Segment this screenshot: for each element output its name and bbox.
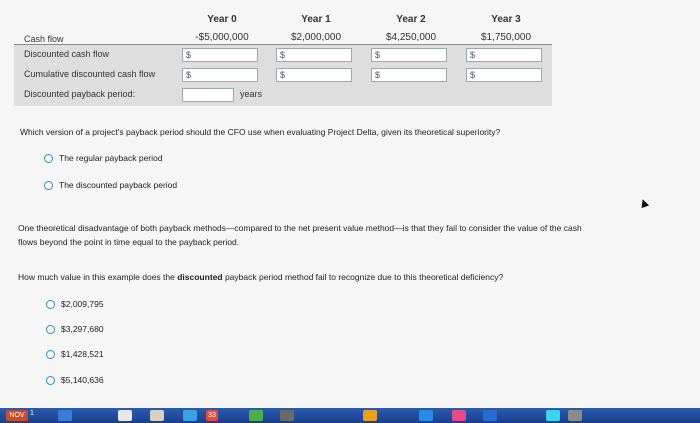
- option-label: $2,009,795: [61, 299, 104, 309]
- discounted-year-3-input[interactable]: $: [466, 48, 542, 62]
- payback-label: Discounted payback period:: [24, 89, 136, 99]
- years-label: years: [240, 89, 263, 99]
- dollar-sign: $: [280, 50, 286, 60]
- dollar-sign: $: [186, 70, 192, 80]
- taskbar-counter: 1: [30, 410, 34, 417]
- dollar-sign: $: [280, 70, 286, 80]
- cumulative-year-3-input[interactable]: $: [466, 68, 542, 82]
- question-3: How much value in this example does the …: [18, 272, 503, 282]
- dollar-sign: $: [470, 70, 476, 80]
- page: Year 0 Year 1 Year 2 Year 3 Cash flow -$…: [0, 0, 700, 423]
- radio-icon[interactable]: [44, 180, 53, 190]
- app-icon-4[interactable]: [419, 410, 433, 421]
- option-label: $3,297,680: [61, 324, 104, 334]
- app-icon-7[interactable]: [546, 410, 560, 421]
- mouse-cursor-icon: [638, 197, 650, 209]
- facetime-icon[interactable]: [249, 410, 263, 421]
- mail-icon[interactable]: [183, 410, 197, 421]
- dollar-sign: $: [375, 70, 381, 80]
- radio-icon[interactable]: [44, 153, 53, 163]
- radio-icon[interactable]: [46, 324, 55, 334]
- start-icon[interactable]: NOV: [6, 410, 28, 421]
- radio-icon[interactable]: [46, 349, 55, 359]
- cash-flow-year-3: $1,750,000: [480, 32, 532, 43]
- paragraph-line-2: flows beyond the point in time equal to …: [18, 237, 240, 247]
- option-label: $5,140,636: [61, 375, 104, 385]
- notes-icon[interactable]: [150, 410, 164, 421]
- option-value-3[interactable]: $1,428,521: [46, 349, 104, 359]
- radio-icon[interactable]: [46, 375, 55, 385]
- discounted-year-2-input[interactable]: $: [371, 48, 447, 62]
- cash-flow-label: Cash flow: [24, 34, 64, 44]
- badge-icon[interactable]: 33: [206, 410, 218, 421]
- discounted-year-1-input[interactable]: $: [276, 48, 352, 62]
- discounted-cash-flow-label: Discounted cash flow: [24, 49, 110, 59]
- discounted-cash-flow-row: Discounted cash flow $ $ $ $: [14, 45, 552, 65]
- option-value-4[interactable]: $5,140,636: [46, 375, 104, 385]
- cumulative-label: Cumulative discounted cash flow: [24, 69, 156, 79]
- badge-count: 33: [208, 412, 216, 419]
- option-regular-payback[interactable]: The regular payback period: [44, 153, 162, 163]
- taskbar: NOV 1 33: [0, 408, 700, 423]
- option-label: The regular payback period: [59, 153, 163, 163]
- header-year-3: Year 3: [491, 14, 521, 25]
- cash-flow-year-0: -$5,000,000: [195, 32, 249, 43]
- header-year-1: Year 1: [301, 14, 331, 25]
- start-label: NOV: [9, 412, 25, 419]
- app-icon[interactable]: [118, 410, 132, 421]
- cumulative-year-2-input[interactable]: $: [371, 68, 447, 82]
- q3-text-before: How much value in this example does the: [18, 272, 178, 282]
- option-discounted-payback[interactable]: The discounted payback period: [44, 180, 177, 190]
- app-icon-8[interactable]: [568, 410, 582, 421]
- payback-row: Discounted payback period: years: [14, 85, 552, 106]
- option-label: $1,428,521: [61, 349, 104, 359]
- finder-icon[interactable]: [58, 410, 72, 421]
- cumulative-row: Cumulative discounted cash flow $ $ $ $: [14, 65, 552, 85]
- header-year-0: Year 0: [207, 14, 237, 25]
- q3-text-after: payback period method fail to recognize …: [222, 272, 504, 282]
- app-icon-6[interactable]: [483, 410, 497, 421]
- cumulative-year-1-input[interactable]: $: [276, 68, 352, 82]
- option-value-2[interactable]: $3,297,680: [46, 324, 104, 334]
- paragraph-line-1: One theoretical disadvantage of both pay…: [18, 223, 582, 233]
- dollar-sign: $: [186, 50, 192, 60]
- payback-input[interactable]: [182, 88, 234, 102]
- dollar-sign: $: [375, 50, 381, 60]
- app-icon-3[interactable]: [363, 410, 377, 421]
- discounted-year-0-input[interactable]: $: [182, 48, 258, 62]
- app-icon-2[interactable]: [280, 410, 294, 421]
- dollar-sign: $: [470, 50, 476, 60]
- app-icon-5[interactable]: [452, 410, 466, 421]
- cash-flow-year-2: $4,250,000: [385, 32, 437, 43]
- cash-flow-table: Year 0 Year 1 Year 2 Year 3 Cash flow -$…: [14, 8, 552, 106]
- q3-text-bold: discounted: [177, 272, 223, 282]
- option-value-1[interactable]: $2,009,795: [46, 299, 104, 309]
- question-1: Which version of a project's payback per…: [20, 127, 501, 137]
- option-label: The discounted payback period: [59, 180, 178, 190]
- cash-flow-year-1: $2,000,000: [290, 32, 342, 43]
- header-year-2: Year 2: [396, 14, 426, 25]
- radio-icon[interactable]: [46, 299, 55, 309]
- cumulative-year-0-input[interactable]: $: [182, 68, 258, 82]
